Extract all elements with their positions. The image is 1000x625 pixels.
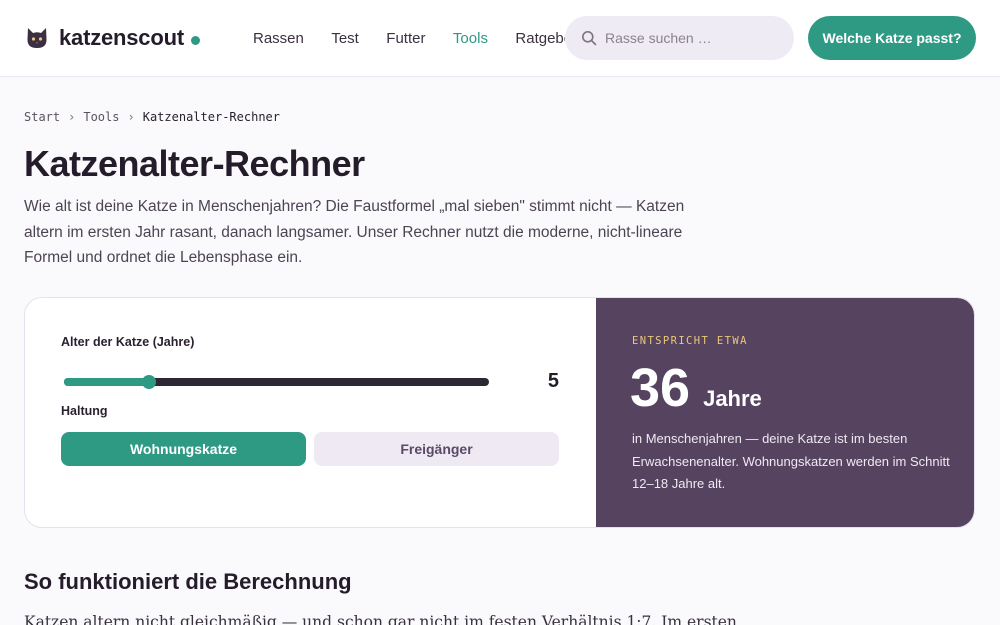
nav-item-tools[interactable]: Tools: [453, 29, 488, 49]
search-icon: [582, 31, 597, 46]
result-description: in Menschenjahren — deine Katze ist im b…: [632, 431, 950, 491]
nav-item-test[interactable]: Test: [331, 29, 359, 49]
age-value: 5: [547, 370, 559, 392]
breadcrumb-tools[interactable]: Tools: [83, 109, 119, 125]
nav-item-ratgeber[interactable]: Ratgeber: [515, 29, 565, 49]
search-input[interactable]: [605, 16, 785, 60]
brand-dot: [190, 36, 200, 45]
logo[interactable]: katzenscout: [26, 25, 200, 51]
main-nav: Rassen Test Futter Tools Ratgeber: [253, 29, 565, 49]
breadcrumb-separator: ›: [127, 110, 135, 124]
section-title: So funktioniert die Berechnung: [24, 569, 352, 594]
age-label: Alter der Katze (Jahre): [61, 335, 195, 349]
brand-name: katzenscout: [59, 25, 184, 50]
indoor-cat-toggle[interactable]: Wohnungskatze: [61, 432, 306, 466]
age-slider[interactable]: [64, 375, 489, 389]
nav-item-futter[interactable]: Futter: [386, 29, 425, 49]
result-kicker: ENTSPRICHT ETWA: [632, 335, 748, 347]
nav-item-rassen[interactable]: Rassen: [253, 29, 304, 49]
age-calculator-card: Alter der Katze (Jahre) 5 Haltung Wohnun…: [24, 297, 975, 528]
slider-thumb[interactable]: [142, 375, 156, 389]
result-panel: ENTSPRICHT ETWA 36 Jahre in Menschenjahr…: [596, 298, 974, 527]
breed-match-button[interactable]: Welche Katze passt?: [808, 16, 976, 60]
page-title: Katzenalter-Rechner: [24, 143, 365, 184]
human-age-unit: Jahre: [703, 386, 762, 411]
slider-fill: [64, 378, 149, 386]
search-box: [565, 16, 794, 60]
site-header: katzenscout Rassen Test Futter Tools Rat…: [0, 0, 1000, 77]
cat-icon: [27, 28, 47, 48]
section-text: Katzen altern nicht gleichmäßig — und sc…: [24, 613, 737, 625]
calculator-inputs: Alter der Katze (Jahre) 5 Haltung Wohnun…: [25, 298, 596, 527]
outdoor-cat-toggle[interactable]: Freigänger: [314, 432, 559, 466]
page-intro: Wie alt ist deine Katze in Menschenjahre…: [24, 198, 685, 266]
housing-label: Haltung: [61, 404, 108, 418]
breadcrumb-separator: ›: [68, 110, 76, 124]
result-value-row: 36 Jahre: [630, 358, 762, 418]
human-age-value: 36: [630, 358, 691, 418]
breadcrumb: Start › Tools › Katzenalter-Rechner: [24, 109, 280, 125]
breadcrumb-current: Katzenalter-Rechner: [142, 110, 280, 124]
breadcrumb-start[interactable]: Start: [24, 109, 60, 125]
